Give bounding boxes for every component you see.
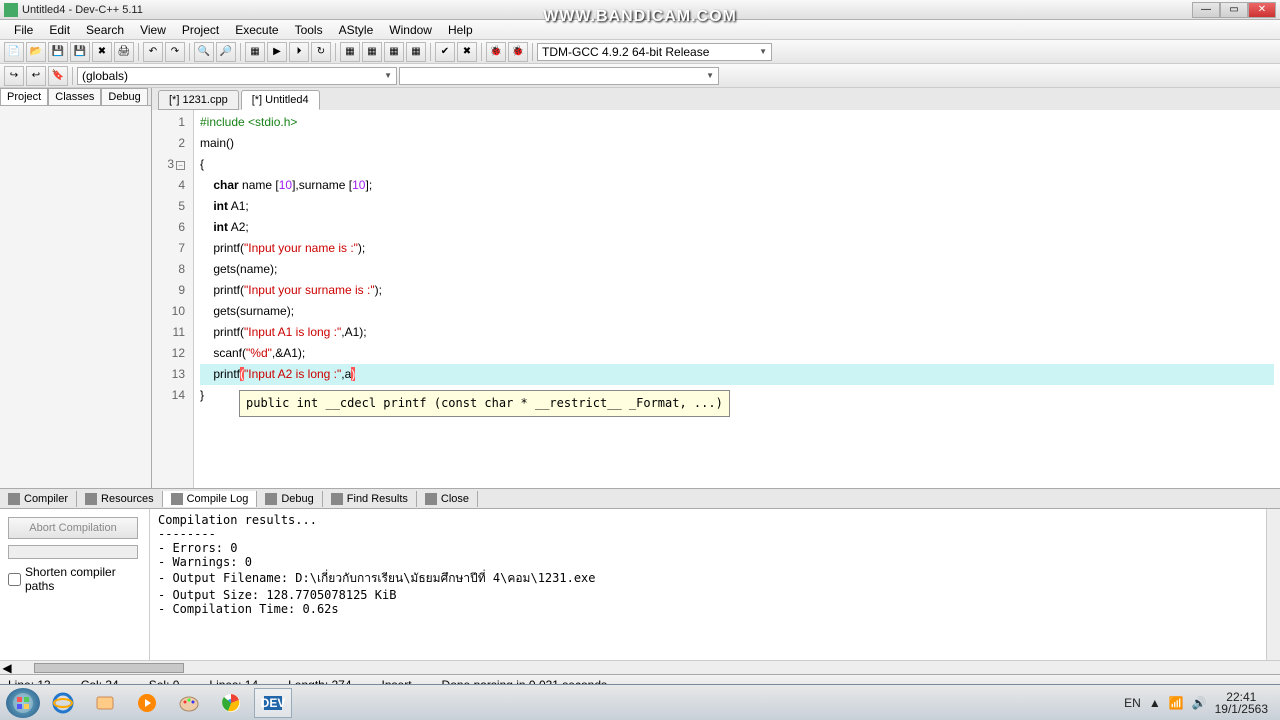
debug2-icon[interactable]: 🐞: [508, 42, 528, 62]
file-tab[interactable]: [*] Untitled4: [241, 90, 320, 110]
grid4-icon[interactable]: ▦: [406, 42, 426, 62]
close-button[interactable]: ✕: [1248, 2, 1276, 18]
menu-view[interactable]: View: [132, 21, 174, 39]
code-area[interactable]: #include <stdio.h>main(){ char name [10]…: [194, 110, 1280, 488]
check-icon[interactable]: ✔: [435, 42, 455, 62]
bottom-tab-close[interactable]: Close: [417, 491, 478, 507]
system-tray[interactable]: EN ▲ 📶 🔊 22:41 19/1/2563: [1124, 691, 1274, 715]
separator: [532, 43, 533, 61]
separator: [72, 67, 73, 85]
horizontal-scrollbar[interactable]: ◀: [0, 660, 1280, 674]
grid1-icon[interactable]: ▦: [340, 42, 360, 62]
bottom-tab-resources[interactable]: Resources: [77, 491, 163, 507]
abort-compilation-button[interactable]: Abort Compilation: [8, 517, 138, 539]
undo-icon[interactable]: ↶: [143, 42, 163, 62]
app-icon: [4, 3, 18, 17]
rebuild-icon[interactable]: ↻: [311, 42, 331, 62]
bottom-tab-find-results[interactable]: Find Results: [323, 491, 417, 507]
function-select[interactable]: ▼: [399, 67, 719, 85]
menu-tools[interactable]: Tools: [287, 21, 331, 39]
watermark: WWW.BANDICAM.COM: [543, 8, 737, 26]
bottom-tab-compile-log[interactable]: Compile Log: [163, 491, 258, 507]
menu-help[interactable]: Help: [440, 21, 481, 39]
separator: [430, 43, 431, 61]
grid2-icon[interactable]: ▦: [362, 42, 382, 62]
sidetab-classes[interactable]: Classes: [48, 88, 101, 105]
run-icon[interactable]: ▶: [267, 42, 287, 62]
replace-icon[interactable]: 🔎: [216, 42, 236, 62]
tray-clock[interactable]: 22:41 19/1/2563: [1215, 691, 1274, 715]
compiler-select[interactable]: TDM-GCC 4.9.2 64-bit Release▼: [537, 43, 772, 61]
save-all-icon[interactable]: 💾: [70, 42, 90, 62]
compile-icon[interactable]: ▦: [245, 42, 265, 62]
print-icon[interactable]: 🖨: [114, 42, 134, 62]
svg-text:DEV: DEV: [261, 696, 285, 710]
compile-run-icon[interactable]: ⏵: [289, 42, 309, 62]
taskbar: DEV EN ▲ 📶 🔊 22:41 19/1/2563: [0, 684, 1280, 720]
progress-bar: [8, 545, 138, 559]
file-tabs: [*] 1231.cpp[*] Untitled4: [152, 88, 1280, 110]
bookmark-icon[interactable]: 🔖: [48, 66, 68, 86]
maximize-button[interactable]: ▭: [1220, 2, 1248, 18]
grid3-icon[interactable]: ▦: [384, 42, 404, 62]
redo-icon[interactable]: ↷: [165, 42, 185, 62]
taskbar-paint-icon[interactable]: [170, 688, 208, 718]
language-indicator[interactable]: EN: [1124, 696, 1141, 710]
tray-flag-icon[interactable]: ▲: [1149, 696, 1161, 710]
save-icon[interactable]: 💾: [48, 42, 68, 62]
menu-astyle[interactable]: AStyle: [331, 21, 382, 39]
globals-select[interactable]: (globals)▼: [77, 67, 397, 85]
separator: [138, 43, 139, 61]
menu-search[interactable]: Search: [78, 21, 132, 39]
tray-volume-icon[interactable]: 🔊: [1192, 696, 1207, 710]
close-file-icon[interactable]: ✖: [92, 42, 112, 62]
toolbar-main: 📄 📂 💾 💾 ✖ 🖨 ↶ ↷ 🔍 🔎 ▦ ▶ ⏵ ↻ ▦ ▦ ▦ ▦ ✔ ✖ …: [0, 40, 1280, 64]
taskbar-media-icon[interactable]: [128, 688, 166, 718]
bottom-tabs: CompilerResourcesCompile LogDebugFind Re…: [0, 488, 1280, 508]
side-panel: ProjectClassesDebug: [0, 88, 152, 488]
toolbar-secondary: ↪ ↩ 🔖 (globals)▼ ▼: [0, 64, 1280, 88]
compile-log-panel: Abort Compilation Shorten compiler paths…: [0, 508, 1280, 660]
taskbar-ie-icon[interactable]: [44, 688, 82, 718]
minimize-button[interactable]: —: [1192, 2, 1220, 18]
debug-icon[interactable]: 🐞: [486, 42, 506, 62]
delete-icon[interactable]: ✖: [457, 42, 477, 62]
separator: [240, 43, 241, 61]
goto2-icon[interactable]: ↩: [26, 66, 46, 86]
separator: [335, 43, 336, 61]
menu-project[interactable]: Project: [174, 21, 227, 39]
separator: [481, 43, 482, 61]
taskbar-devcpp-icon[interactable]: DEV: [254, 688, 292, 718]
new-file-icon[interactable]: 📄: [4, 42, 24, 62]
start-button[interactable]: [6, 688, 40, 718]
goto1-icon[interactable]: ↪: [4, 66, 24, 86]
bottom-tab-compiler[interactable]: Compiler: [0, 491, 77, 507]
tray-network-icon[interactable]: 📶: [1169, 696, 1184, 710]
menu-edit[interactable]: Edit: [41, 21, 78, 39]
menu-window[interactable]: Window: [381, 21, 440, 39]
line-gutter: 123−4567891011121314: [152, 110, 194, 488]
menu-file[interactable]: File: [6, 21, 41, 39]
taskbar-chrome-icon[interactable]: [212, 688, 250, 718]
find-icon[interactable]: 🔍: [194, 42, 214, 62]
sidetab-project[interactable]: Project: [0, 88, 48, 105]
menu-execute[interactable]: Execute: [227, 21, 286, 39]
separator: [189, 43, 190, 61]
code-editor[interactable]: 123−4567891011121314 #include <stdio.h>m…: [152, 110, 1280, 488]
vertical-scrollbar[interactable]: [1266, 509, 1280, 660]
shorten-paths-checkbox[interactable]: Shorten compiler paths: [8, 565, 141, 593]
bottom-tab-debug[interactable]: Debug: [257, 491, 322, 507]
taskbar-explorer-icon[interactable]: [86, 688, 124, 718]
sidetab-debug[interactable]: Debug: [101, 88, 147, 105]
code-tooltip: public int __cdecl printf (const char * …: [239, 390, 730, 417]
open-file-icon[interactable]: 📂: [26, 42, 46, 62]
file-tab[interactable]: [*] 1231.cpp: [158, 90, 239, 110]
compile-output[interactable]: Compilation results... -------- - Errors…: [150, 509, 1266, 660]
